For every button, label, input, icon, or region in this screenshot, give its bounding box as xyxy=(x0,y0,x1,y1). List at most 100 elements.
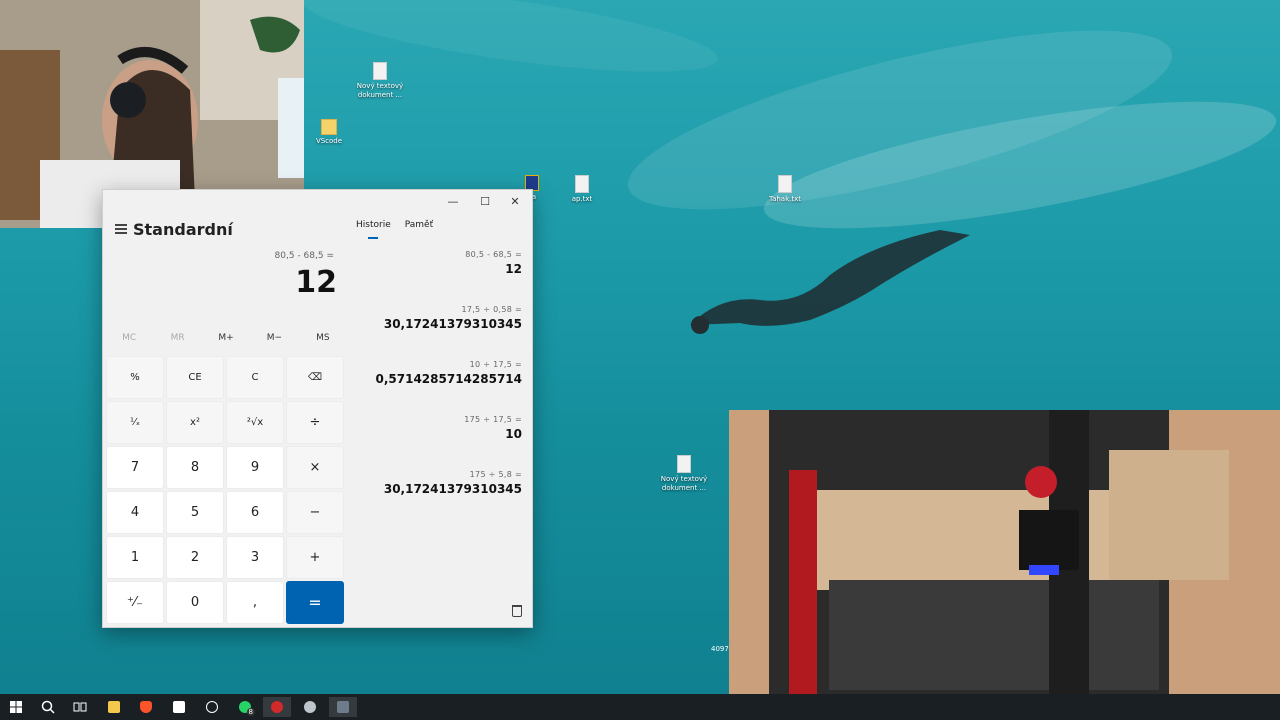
multiply-button[interactable]: × xyxy=(286,446,344,489)
tab-memory[interactable]: Paměť xyxy=(405,220,433,234)
equals-button[interactable]: = xyxy=(286,581,344,624)
maximize-button[interactable]: ☐ xyxy=(470,192,500,210)
webcam-laser-cutter-feed xyxy=(729,410,1280,720)
digit-1-button[interactable]: 1 xyxy=(106,536,164,579)
backspace-button[interactable]: ⌫ xyxy=(286,356,344,399)
app-gray-button[interactable] xyxy=(296,697,324,717)
history-item[interactable]: 10 ÷ 17,5 = 0,5714285714285714 xyxy=(356,360,522,415)
digit-8-button[interactable]: 8 xyxy=(166,446,224,489)
digit-6-button[interactable]: 6 xyxy=(226,491,284,534)
history-result: 0,5714285714285714 xyxy=(375,372,522,386)
desktop-icon-label: VScode xyxy=(315,137,343,145)
desktop-icon-text-file[interactable]: Nový textový dokument ... xyxy=(348,62,412,100)
percent-button[interactable]: % xyxy=(106,356,164,399)
reciprocal-button[interactable]: ¹⁄ₓ xyxy=(106,401,164,444)
history-item[interactable]: 175 ÷ 5,8 = 30,17241379310345 xyxy=(356,470,522,525)
navigation-menu-icon[interactable] xyxy=(115,224,127,234)
calculator-window: — ☐ ✕ Standardní 80,5 - 68,5 = 12 MC MR … xyxy=(102,189,533,628)
memory-store-button[interactable]: MS xyxy=(299,333,347,349)
freediver-image xyxy=(690,230,970,334)
decimal-button[interactable]: , xyxy=(226,581,284,624)
a-logo-icon xyxy=(173,701,185,713)
folder-icon xyxy=(108,701,120,713)
partial-desktop-label: 4097 xyxy=(711,645,729,653)
search-button[interactable] xyxy=(34,697,62,717)
digit-2-button[interactable]: 2 xyxy=(166,536,224,579)
memory-subtract-button[interactable]: M− xyxy=(250,333,298,349)
text-file-icon xyxy=(677,455,691,473)
desktop-icon-text-file[interactable]: Nový textový dokument ... xyxy=(652,455,716,493)
desktop-icon-label: Nový textový dokument ... xyxy=(356,82,404,99)
app-red-button[interactable] xyxy=(263,697,291,717)
taskbar: 8 xyxy=(0,694,1280,720)
negate-button[interactable]: ⁺⁄₋ xyxy=(106,581,164,624)
digit-5-button[interactable]: 5 xyxy=(166,491,224,534)
digit-4-button[interactable]: 4 xyxy=(106,491,164,534)
history-result: 30,17241379310345 xyxy=(383,482,522,496)
task-view-button[interactable] xyxy=(66,697,94,717)
close-button[interactable]: ✕ xyxy=(500,192,530,210)
app-a-button[interactable] xyxy=(165,697,193,717)
text-file-icon xyxy=(373,62,387,80)
history-list: 80,5 - 68,5 = 12 17,5 ÷ 0,58 = 30,172413… xyxy=(356,250,522,525)
digit-7-button[interactable]: 7 xyxy=(106,446,164,489)
history-result: 30,17241379310345 xyxy=(383,317,522,331)
history-expression: 10 ÷ 17,5 = xyxy=(469,360,522,369)
calculator-titlebar[interactable]: — ☐ ✕ xyxy=(103,190,532,212)
history-result: 10 xyxy=(505,427,522,441)
desktop-icon-folder-vscode[interactable]: VScode xyxy=(297,119,361,146)
history-item[interactable]: 17,5 ÷ 0,58 = 30,17241379310345 xyxy=(356,305,522,360)
desktop-icon-label: ap.txt xyxy=(571,195,593,203)
circle-app-icon xyxy=(206,701,218,713)
clear-button[interactable]: C xyxy=(226,356,284,399)
brave-browser-button[interactable] xyxy=(132,697,160,717)
memory-recall-button[interactable]: MR xyxy=(153,333,201,349)
history-expression: 17,5 ÷ 0,58 = xyxy=(461,305,522,314)
folder-icon xyxy=(321,119,337,135)
history-expression: 175 ÷ 17,5 = xyxy=(464,415,522,424)
calculator-taskbar-button[interactable] xyxy=(329,697,357,717)
calculator-icon xyxy=(337,701,349,713)
history-expression: 175 ÷ 5,8 = xyxy=(469,470,522,479)
red-app-icon xyxy=(271,701,283,713)
square-root-button[interactable]: ²√x xyxy=(226,401,284,444)
desktop-icon-tahak-txt[interactable]: Tahak.txt xyxy=(753,175,817,204)
task-view-icon xyxy=(73,702,87,712)
tab-history[interactable]: Historie xyxy=(356,220,391,239)
app-circle-button[interactable] xyxy=(198,697,226,717)
trash-icon[interactable] xyxy=(512,605,522,617)
search-icon xyxy=(41,700,55,714)
calculator-result: 12 xyxy=(295,265,337,300)
digit-9-button[interactable]: 9 xyxy=(226,446,284,489)
history-item[interactable]: 80,5 - 68,5 = 12 xyxy=(356,250,522,305)
notification-badge: 8 xyxy=(246,708,255,716)
text-file-icon xyxy=(575,175,589,193)
laser-scene xyxy=(729,410,1280,720)
file-explorer-button[interactable] xyxy=(100,697,128,717)
plus-button[interactable]: + xyxy=(286,536,344,579)
history-result: 12 xyxy=(505,262,522,276)
memory-row: MC MR M+ M− MS xyxy=(105,333,347,349)
calculator-expression: 80,5 - 68,5 = xyxy=(274,251,334,261)
minus-button[interactable]: − xyxy=(286,491,344,534)
start-button[interactable] xyxy=(2,697,30,717)
digit-3-button[interactable]: 3 xyxy=(226,536,284,579)
whatsapp-button[interactable]: 8 xyxy=(231,697,259,717)
desktop: { "desktop": { "icons": [ {"label": "Nov… xyxy=(0,0,1280,720)
memory-clear-button[interactable]: MC xyxy=(105,333,153,349)
desktop-icon-ap-txt[interactable]: ap.txt xyxy=(550,175,614,204)
brave-lion-icon xyxy=(140,701,152,713)
minimize-button[interactable]: — xyxy=(438,192,468,210)
gray-app-icon xyxy=(304,701,316,713)
calculator-mode-title: Standardní xyxy=(133,220,233,239)
history-item[interactable]: 175 ÷ 17,5 = 10 xyxy=(356,415,522,470)
text-file-icon xyxy=(778,175,792,193)
divide-button[interactable]: ÷ xyxy=(286,401,344,444)
clear-entry-button[interactable]: CE xyxy=(166,356,224,399)
memory-add-button[interactable]: M+ xyxy=(202,333,250,349)
square-button[interactable]: x² xyxy=(166,401,224,444)
keypad: % CE C ⌫ ¹⁄ₓ x² ²√x ÷ 7 8 9 × 4 5 6 − 1 … xyxy=(106,356,346,624)
desktop-icon-label: Nový textový dokument ... xyxy=(660,475,708,492)
digit-0-button[interactable]: 0 xyxy=(166,581,224,624)
windows-logo-icon xyxy=(10,701,22,713)
